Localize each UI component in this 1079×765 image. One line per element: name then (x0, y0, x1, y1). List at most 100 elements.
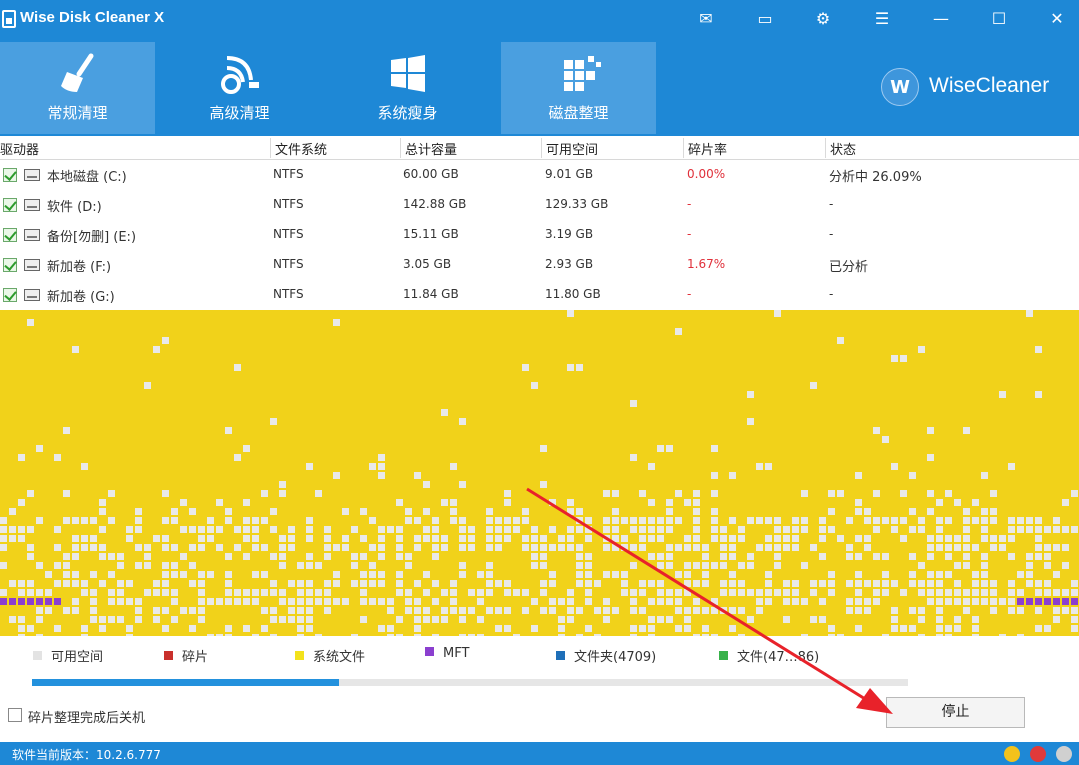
table-row[interactable]: 新加卷 (F:) NTFS 3.05 GB 2.93 GB 1.67% 已分析 (0, 250, 1079, 280)
cluster-block (54, 454, 61, 461)
legend-label: MFT (443, 646, 470, 661)
cluster-block (666, 598, 673, 605)
cluster-block (1026, 517, 1033, 524)
table-row[interactable]: 备份[勿删] (E:) NTFS 15.11 GB 3.19 GB - - (0, 220, 1079, 250)
cluster-block (918, 346, 925, 353)
column-divider[interactable] (270, 138, 271, 158)
cluster-block (0, 589, 7, 596)
column-header[interactable]: 总计容量 (405, 139, 457, 158)
progress-fill (32, 679, 339, 686)
drive-checkbox[interactable] (3, 168, 17, 182)
maximize-button[interactable]: ☐ (985, 6, 1013, 32)
minimize-button[interactable]: — (927, 6, 955, 32)
settings-tools-icon[interactable]: ⚙ (809, 6, 837, 32)
cluster-block (99, 553, 106, 560)
cluster-block (99, 526, 106, 533)
cluster-block (954, 580, 961, 587)
column-header[interactable]: 可用空间 (546, 139, 598, 158)
drive-checkbox[interactable] (3, 228, 17, 242)
status-bar: 软件当前版本：10.2.6.777 (0, 742, 1079, 765)
cluster-block (891, 517, 898, 524)
star-icon[interactable] (1004, 746, 1020, 762)
cluster-block (936, 598, 943, 605)
weibo-icon[interactable] (1030, 746, 1046, 762)
column-divider[interactable] (825, 138, 826, 158)
column-divider[interactable] (683, 138, 684, 158)
cluster-block (1035, 580, 1042, 587)
cluster-block (243, 535, 250, 542)
cluster-block (1062, 499, 1069, 506)
cluster-block (945, 490, 952, 497)
cluster-block (117, 553, 124, 560)
cluster-block (558, 535, 565, 542)
shutdown-after-defrag-option[interactable]: 碎片整理完成后关机 (8, 706, 208, 726)
table-row[interactable]: 本地磁盘 (C:) NTFS 60.00 GB 9.01 GB 0.00% 分析… (0, 160, 1079, 190)
cluster-block (981, 535, 988, 542)
cluster-block (1044, 589, 1051, 596)
cluster-block (954, 598, 961, 605)
table-row[interactable]: 软件 (D:) NTFS 142.88 GB 129.33 GB - - (0, 190, 1079, 220)
defrag-blocks-icon (563, 56, 601, 91)
mail-icon[interactable]: ✉ (692, 6, 720, 32)
tab-normal-clean[interactable]: 常规清理 (0, 42, 155, 134)
cluster-block (18, 526, 25, 533)
legend-free-space: 可用空间 (33, 646, 103, 665)
cluster-block (720, 544, 727, 551)
message-icon[interactable]: ▭ (751, 6, 779, 32)
close-button[interactable]: ✕ (1043, 6, 1071, 32)
stop-button[interactable]: 停止 (886, 697, 1025, 728)
tab-defrag[interactable]: 磁盘整理 (501, 42, 656, 134)
cluster-block (81, 535, 88, 542)
tab-label: 高级清理 (209, 104, 270, 122)
column-header[interactable]: 碎片率 (688, 139, 727, 158)
update-icon[interactable] (1056, 746, 1072, 762)
shutdown-checkbox[interactable] (8, 708, 22, 722)
cluster-block (0, 562, 7, 569)
cluster-block (666, 553, 673, 560)
column-header[interactable]: 文件系统 (275, 139, 327, 158)
cluster-block (729, 517, 736, 524)
cluster-block (972, 598, 979, 605)
cluster-block (702, 571, 709, 578)
cluster-block (567, 544, 574, 551)
cluster-block (90, 571, 97, 578)
cluster-block (909, 508, 916, 515)
cluster-block (162, 589, 169, 596)
legend-swatch (425, 647, 434, 656)
cluster-block (18, 625, 25, 632)
cluster-block (117, 580, 124, 587)
menu-icon[interactable]: ☰ (868, 6, 896, 32)
cluster-block (900, 535, 907, 542)
cluster-block (513, 517, 520, 524)
table-row[interactable]: 新加卷 (G:) NTFS 11.84 GB 11.80 GB - - (0, 280, 1079, 310)
cluster-block (837, 535, 844, 542)
cluster-block (126, 580, 133, 587)
cluster-block (918, 589, 925, 596)
file-system: NTFS (273, 227, 304, 241)
cluster-block (162, 580, 169, 587)
cluster-block (162, 337, 169, 344)
cluster-block (522, 517, 529, 524)
drive-status: - (829, 287, 834, 301)
cluster-block (1071, 589, 1078, 596)
column-header[interactable]: 状态 (830, 139, 856, 158)
drive-checkbox[interactable] (3, 258, 17, 272)
cluster-block (423, 526, 430, 533)
drive-checkbox[interactable] (3, 198, 17, 212)
drive-checkbox[interactable] (3, 288, 17, 302)
cluster-block (576, 571, 583, 578)
column-divider[interactable] (400, 138, 401, 158)
cluster-block (1071, 607, 1078, 614)
cluster-block (711, 562, 718, 569)
column-header[interactable]: 驱动器 (0, 139, 39, 158)
cluster-block (306, 625, 313, 632)
tab-system-slim[interactable]: 系统瘦身 (330, 42, 485, 134)
column-divider[interactable] (541, 138, 542, 158)
cluster-block (270, 508, 277, 515)
cluster-block (1008, 553, 1015, 560)
cluster-block (684, 625, 691, 632)
cluster-block (540, 544, 547, 551)
tab-advanced-clean[interactable]: 高级清理 (162, 42, 317, 134)
cluster-block (603, 535, 610, 542)
cluster-block (504, 526, 511, 533)
